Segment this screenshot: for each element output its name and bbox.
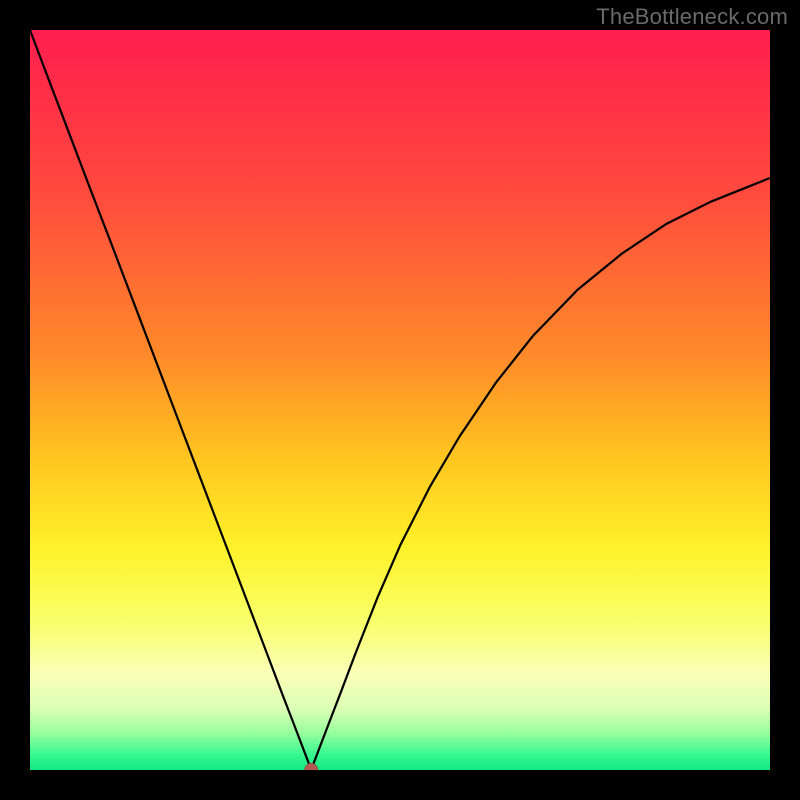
watermark-text: TheBottleneck.com <box>596 4 788 30</box>
chart-frame: TheBottleneck.com <box>0 0 800 800</box>
bottleneck-curve-svg <box>30 30 770 770</box>
bottleneck-curve <box>30 30 770 770</box>
plot-area <box>30 30 770 770</box>
optimal-point-marker <box>305 763 318 770</box>
